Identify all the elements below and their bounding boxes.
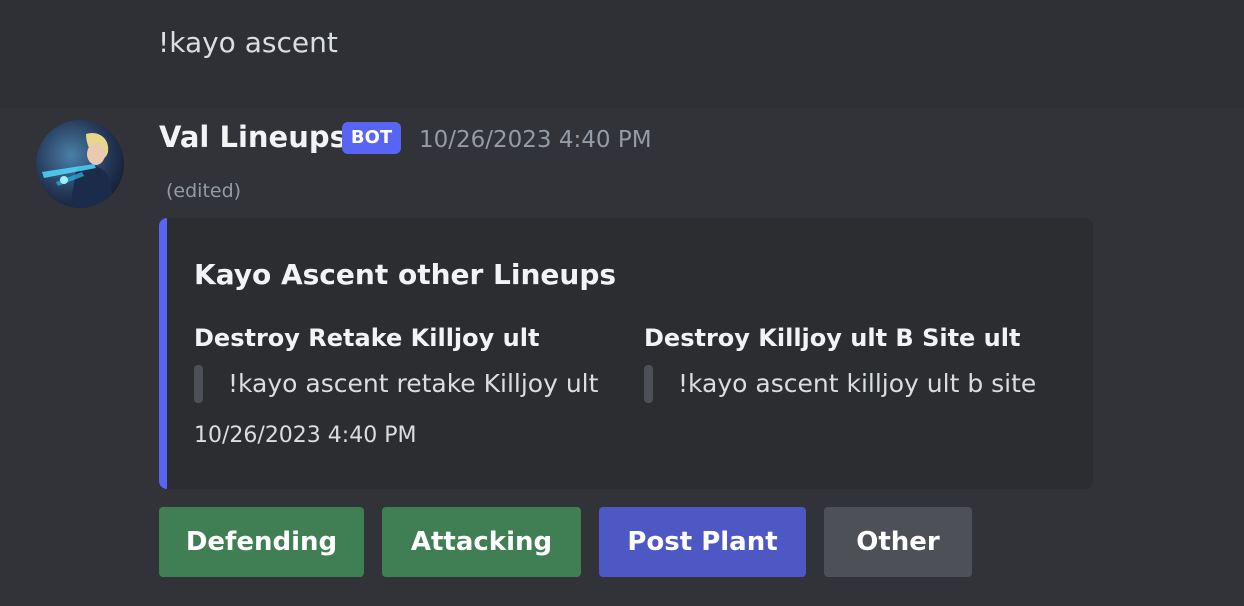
blockquote-bar bbox=[644, 365, 653, 403]
message-timestamp: 10/26/2023 4:40 PM bbox=[419, 127, 652, 153]
edited-label: (edited) bbox=[166, 180, 242, 202]
author-name[interactable]: Val Lineups bbox=[159, 120, 347, 154]
blockquote-bar bbox=[194, 365, 203, 403]
embed-field: Destroy Killjoy ult B Site ult !kayo asc… bbox=[644, 321, 1036, 403]
embed-field-value: !kayo ascent retake Killjoy ult bbox=[194, 365, 598, 403]
embed-field-name: Destroy Retake Killjoy ult bbox=[194, 324, 540, 352]
previous-message-text: !kayo ascent bbox=[158, 26, 338, 59]
embed-footer-timestamp: 10/26/2023 4:40 PM bbox=[194, 423, 417, 448]
previous-message-cut-text: ~~~~ ~~~~ bbox=[158, 0, 364, 11]
embed-accent-bar bbox=[159, 218, 167, 489]
post-plant-button[interactable]: Post Plant bbox=[599, 507, 806, 577]
embed-field: Destroy Retake Killjoy ult !kayo ascent … bbox=[194, 321, 598, 403]
embed: Kayo Ascent other Lineups Destroy Retake… bbox=[159, 218, 1093, 489]
previous-message: ~~~~ ~~~~ !kayo ascent bbox=[0, 0, 1244, 108]
bot-badge: BOT bbox=[342, 122, 401, 154]
embed-field-name: Destroy Killjoy ult B Site ult bbox=[644, 324, 1021, 352]
embed-title: Kayo Ascent other Lineups bbox=[194, 258, 617, 291]
agent-avatar-icon bbox=[36, 120, 124, 208]
other-button[interactable]: Other bbox=[824, 507, 972, 577]
embed-field-value-text: !kayo ascent killjoy ult b site bbox=[678, 369, 1037, 398]
avatar[interactable] bbox=[36, 120, 124, 208]
defending-button[interactable]: Defending bbox=[159, 507, 364, 577]
embed-field-value-text: !kayo ascent retake Killjoy ult bbox=[228, 369, 599, 398]
attacking-button[interactable]: Attacking bbox=[382, 507, 581, 577]
embed-field-value: !kayo ascent killjoy ult b site bbox=[644, 365, 1036, 403]
